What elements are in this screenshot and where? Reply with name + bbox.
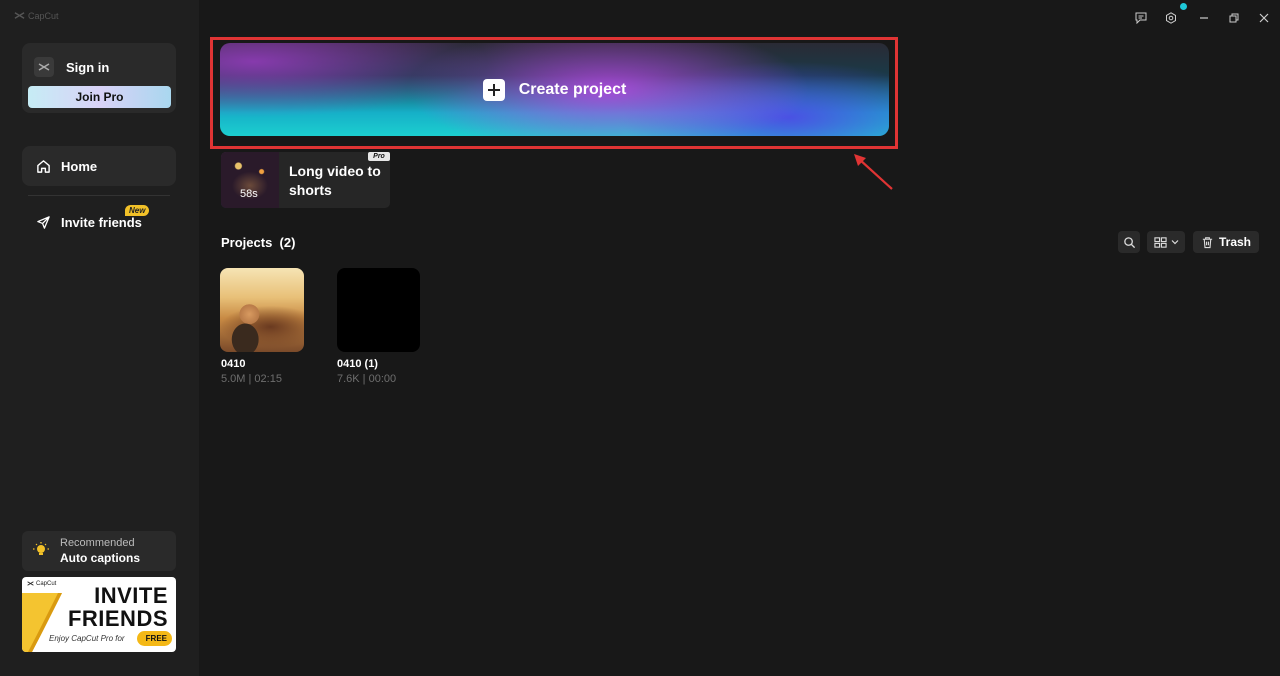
trash-label: Trash (1218, 235, 1251, 249)
view-mode-dropdown[interactable] (1147, 231, 1185, 253)
settings-icon (1166, 12, 1176, 24)
project-name: 0410 (221, 358, 246, 370)
feedback-icon (1135, 12, 1147, 24)
annotation-highlight-box (210, 37, 898, 149)
promo-line-2: FRIENDS (67, 606, 168, 631)
restore-button[interactable] (1225, 9, 1243, 27)
project-name: 0410 (1) (337, 358, 378, 370)
trash-button[interactable]: Trash (1193, 231, 1259, 253)
project-meta: 7.6K | 00:00 (337, 373, 397, 385)
project-thumbnail[interactable] (220, 268, 304, 352)
trash-icon (1202, 236, 1213, 248)
capcut-avatar-icon (34, 57, 54, 77)
recommended-title: Auto captions (60, 551, 140, 565)
pro-badge: Pro (368, 152, 390, 161)
grid-view-icon (1154, 236, 1167, 248)
chevron-down-icon (1171, 240, 1179, 245)
recommended-auto-captions[interactable]: Recommended Auto captions (22, 531, 176, 571)
promo-line-3: Enjoy CapCut Pro for (49, 634, 125, 643)
signin-label: Sign in (66, 59, 110, 75)
close-button[interactable] (1255, 9, 1273, 27)
sidebar-item-label: Home (61, 158, 98, 174)
signin-card: Sign in Join Pro (22, 43, 176, 113)
search-projects-button[interactable] (1118, 231, 1140, 253)
long-video-title-line-1: Long video to (289, 163, 381, 179)
signin-button[interactable]: Sign in (34, 57, 109, 77)
search-icon (1123, 236, 1135, 248)
lightbulb-icon (33, 542, 49, 555)
app-name: CapCut (28, 10, 59, 21)
promo-free-badge: FREE (136, 631, 172, 646)
projects-count: (2) (279, 235, 296, 250)
app-logo: CapCut (14, 10, 59, 21)
close-icon (1259, 13, 1269, 23)
projects-title: Projects (2) (221, 235, 296, 250)
invite-friends-promo-banner[interactable]: CapCut INVITE FRIENDS Enjoy CapCut Pro f… (22, 577, 176, 652)
settings-button[interactable] (1162, 9, 1180, 27)
page-curl-graphic (22, 593, 62, 652)
home-icon (37, 159, 50, 173)
project-thumbnail[interactable] (337, 268, 420, 352)
sidebar-item-invite-friends[interactable]: Invite friends New (22, 202, 176, 242)
long-video-to-shorts-card[interactable]: 58s Long video to shorts (221, 152, 390, 208)
long-video-title-line-2: shorts (289, 182, 332, 198)
long-video-duration: 58s (240, 188, 258, 200)
minimize-button[interactable] (1195, 9, 1213, 27)
recommended-label: Recommended (60, 537, 135, 549)
capcut-logo-icon (27, 581, 34, 586)
notification-dot (1180, 3, 1187, 10)
feedback-button[interactable] (1132, 9, 1150, 27)
new-badge: New (125, 205, 150, 216)
join-pro-button[interactable]: Join Pro (28, 86, 171, 108)
sidebar-item-home[interactable]: Home (22, 146, 176, 186)
capcut-logo-icon (14, 12, 25, 19)
project-meta: 5.0M | 02:15 (221, 373, 282, 385)
promo-logo: CapCut (27, 580, 56, 587)
restore-icon (1229, 13, 1239, 23)
minimize-icon (1200, 17, 1208, 19)
sidebar: CapCut Sign in Join Pro Home Invite frie… (0, 0, 199, 676)
annotation-arrow-icon (854, 154, 893, 190)
send-icon (37, 215, 50, 229)
sidebar-divider (28, 195, 170, 196)
sidebar-item-label: Invite friends (61, 214, 142, 230)
